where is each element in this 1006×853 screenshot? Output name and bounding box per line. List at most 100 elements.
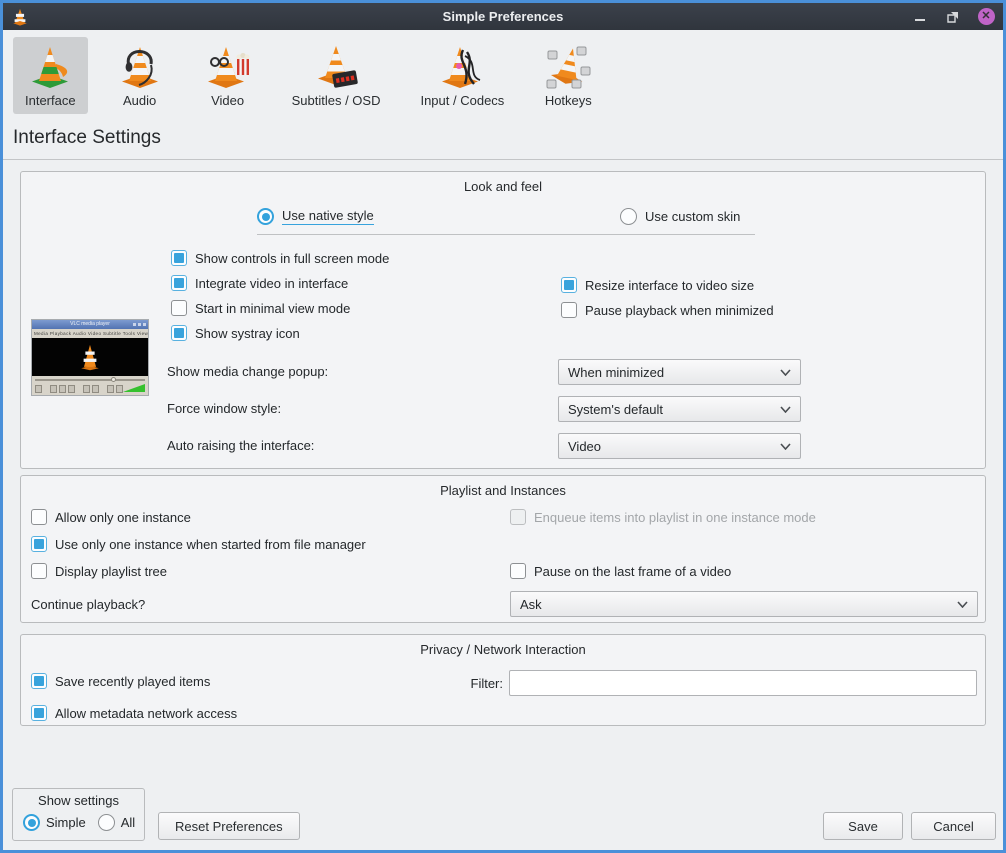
tab-subtitles-osd[interactable]: Subtitles / OSD — [280, 37, 393, 114]
radio-circle — [98, 814, 115, 831]
reset-preferences-button[interactable]: Reset Preferences — [158, 812, 300, 840]
checkbox-allow-one-instance[interactable]: Allow only one instance — [31, 509, 191, 525]
show-settings-title: Show settings — [13, 789, 144, 808]
close-button[interactable]: ✕ — [977, 8, 995, 26]
preview-video-area — [32, 338, 148, 376]
checkbox-save-recent-items[interactable]: Save recently played items — [31, 673, 210, 689]
checkbox-label: Allow metadata network access — [55, 706, 237, 721]
restore-icon — [947, 11, 959, 23]
group-playlist-title: Playlist and Instances — [21, 483, 985, 498]
radio-circle — [620, 208, 637, 225]
checkbox-box — [171, 325, 187, 341]
label-show-media-popup: Show media change popup: — [167, 364, 328, 379]
checkbox-metadata-network-access[interactable]: Allow metadata network access — [31, 705, 237, 721]
select-show-media-popup[interactable]: When minimized — [558, 359, 801, 385]
checkbox-show-systray-icon[interactable]: Show systray icon — [171, 325, 389, 341]
cancel-button[interactable]: Cancel — [911, 812, 996, 840]
select-value: Video — [568, 439, 601, 454]
checkbox-box — [561, 302, 577, 318]
page-title: Interface Settings — [3, 119, 1003, 159]
checkbox-display-playlist-tree[interactable]: Display playlist tree — [31, 563, 167, 579]
tab-interface-label: Interface — [25, 93, 76, 108]
preview-window-buttons — [133, 323, 147, 327]
checkbox-box — [510, 509, 526, 525]
group-look-and-feel-title: Look and feel — [21, 179, 985, 194]
radio-show-all[interactable]: All — [98, 814, 135, 831]
checkbox-pause-when-minimized[interactable]: Pause playback when minimized — [561, 302, 774, 318]
lf-checks-left: Show controls in full screen mode Integr… — [171, 250, 389, 341]
checkbox-box — [510, 563, 526, 579]
restore-button[interactable] — [944, 8, 962, 26]
preview-menubar: Media Playback Audio Video Subtitle Tool… — [32, 329, 148, 338]
chevron-down-icon — [780, 443, 791, 450]
tab-hotkeys[interactable]: Hotkeys — [532, 37, 604, 114]
checkbox-label: Show systray icon — [195, 326, 300, 341]
chevron-down-icon — [957, 601, 968, 608]
minimize-button[interactable] — [911, 8, 929, 26]
radio-circle — [257, 208, 274, 225]
checkbox-label: Pause playback when minimized — [585, 303, 774, 318]
radio-use-native-style[interactable]: Use native style — [257, 208, 374, 225]
show-settings-group: Show settings Simple All — [12, 788, 145, 841]
tab-video[interactable]: Video — [192, 37, 264, 114]
label-force-window-style: Force window style: — [167, 401, 281, 416]
checkbox-pause-last-frame[interactable]: Pause on the last frame of a video — [510, 563, 731, 579]
hotkeys-icon — [544, 42, 592, 90]
group-playlist-instances: Playlist and Instances Allow only one in… — [20, 475, 986, 623]
checkbox-box — [31, 536, 47, 552]
tab-audio[interactable]: Audio — [104, 37, 176, 114]
group-privacy-network: Privacy / Network Interaction Save recen… — [20, 634, 986, 726]
tab-video-label: Video — [211, 93, 244, 108]
group-look-and-feel: Look and feel Use native style Use custo… — [20, 171, 986, 469]
audio-icon — [116, 42, 164, 90]
checkbox-label: Display playlist tree — [55, 564, 167, 579]
filter-input[interactable] — [509, 670, 977, 696]
checkbox-label: Use only one instance when started from … — [55, 537, 366, 552]
checkbox-box — [561, 277, 577, 293]
checkbox-label: Allow only one instance — [55, 510, 191, 525]
checkbox-label: Integrate video in interface — [195, 276, 348, 291]
checkbox-label: Pause on the last frame of a video — [534, 564, 731, 579]
checkbox-start-minimal-view[interactable]: Start in minimal view mode — [171, 300, 389, 316]
chevron-down-icon — [780, 369, 791, 376]
titlebar[interactable]: Simple Preferences ✕ — [3, 3, 1003, 30]
checkbox-label: Enqueue items into playlist in one insta… — [534, 510, 816, 525]
tab-input-codecs-label: Input / Codecs — [420, 93, 504, 108]
select-force-window-style[interactable]: System's default — [558, 396, 801, 422]
checkbox-one-instance-file-manager[interactable]: Use only one instance when started from … — [31, 536, 366, 552]
checkbox-box — [31, 509, 47, 525]
checkbox-show-controls-fullscreen[interactable]: Show controls in full screen mode — [171, 250, 389, 266]
label-filter: Filter: — [456, 676, 503, 691]
preview-volume — [123, 384, 145, 392]
checkbox-box — [31, 705, 47, 721]
radio-circle — [23, 814, 40, 831]
subtitles-osd-icon — [312, 42, 360, 90]
tab-interface[interactable]: Interface — [13, 37, 88, 114]
vlc-app-icon — [11, 8, 29, 26]
select-auto-raising[interactable]: Video — [558, 433, 801, 459]
checkbox-resize-interface[interactable]: Resize interface to video size — [561, 277, 774, 293]
radio-use-native-style-label: Use native style — [282, 208, 374, 225]
preview-window-title: VLC media player — [70, 321, 110, 327]
checkbox-integrate-video[interactable]: Integrate video in interface — [171, 275, 389, 291]
chevron-down-icon — [780, 406, 791, 413]
tab-input-codecs[interactable]: Input / Codecs — [408, 37, 516, 114]
tab-subtitles-osd-label: Subtitles / OSD — [292, 93, 381, 108]
preview-titlebar: VLC media player — [32, 320, 148, 329]
save-button[interactable]: Save — [823, 812, 903, 840]
select-value: When minimized — [568, 365, 664, 380]
settings-content: Look and feel Use native style Use custo… — [3, 160, 1003, 850]
checkbox-box — [171, 250, 187, 266]
checkbox-box — [31, 673, 47, 689]
group-privacy-title: Privacy / Network Interaction — [21, 642, 985, 657]
select-continue-playback[interactable]: Ask — [510, 591, 978, 617]
checkbox-label: Save recently played items — [55, 674, 210, 689]
checkbox-label: Show controls in full screen mode — [195, 251, 389, 266]
preview-seekbar — [32, 376, 148, 383]
window-title: Simple Preferences — [3, 9, 1003, 24]
radio-show-simple[interactable]: Simple — [23, 814, 86, 831]
checkbox-label: Start in minimal view mode — [195, 301, 350, 316]
radio-use-custom-skin[interactable]: Use custom skin — [620, 208, 740, 225]
tab-audio-label: Audio — [123, 93, 156, 108]
checkbox-box — [171, 300, 187, 316]
